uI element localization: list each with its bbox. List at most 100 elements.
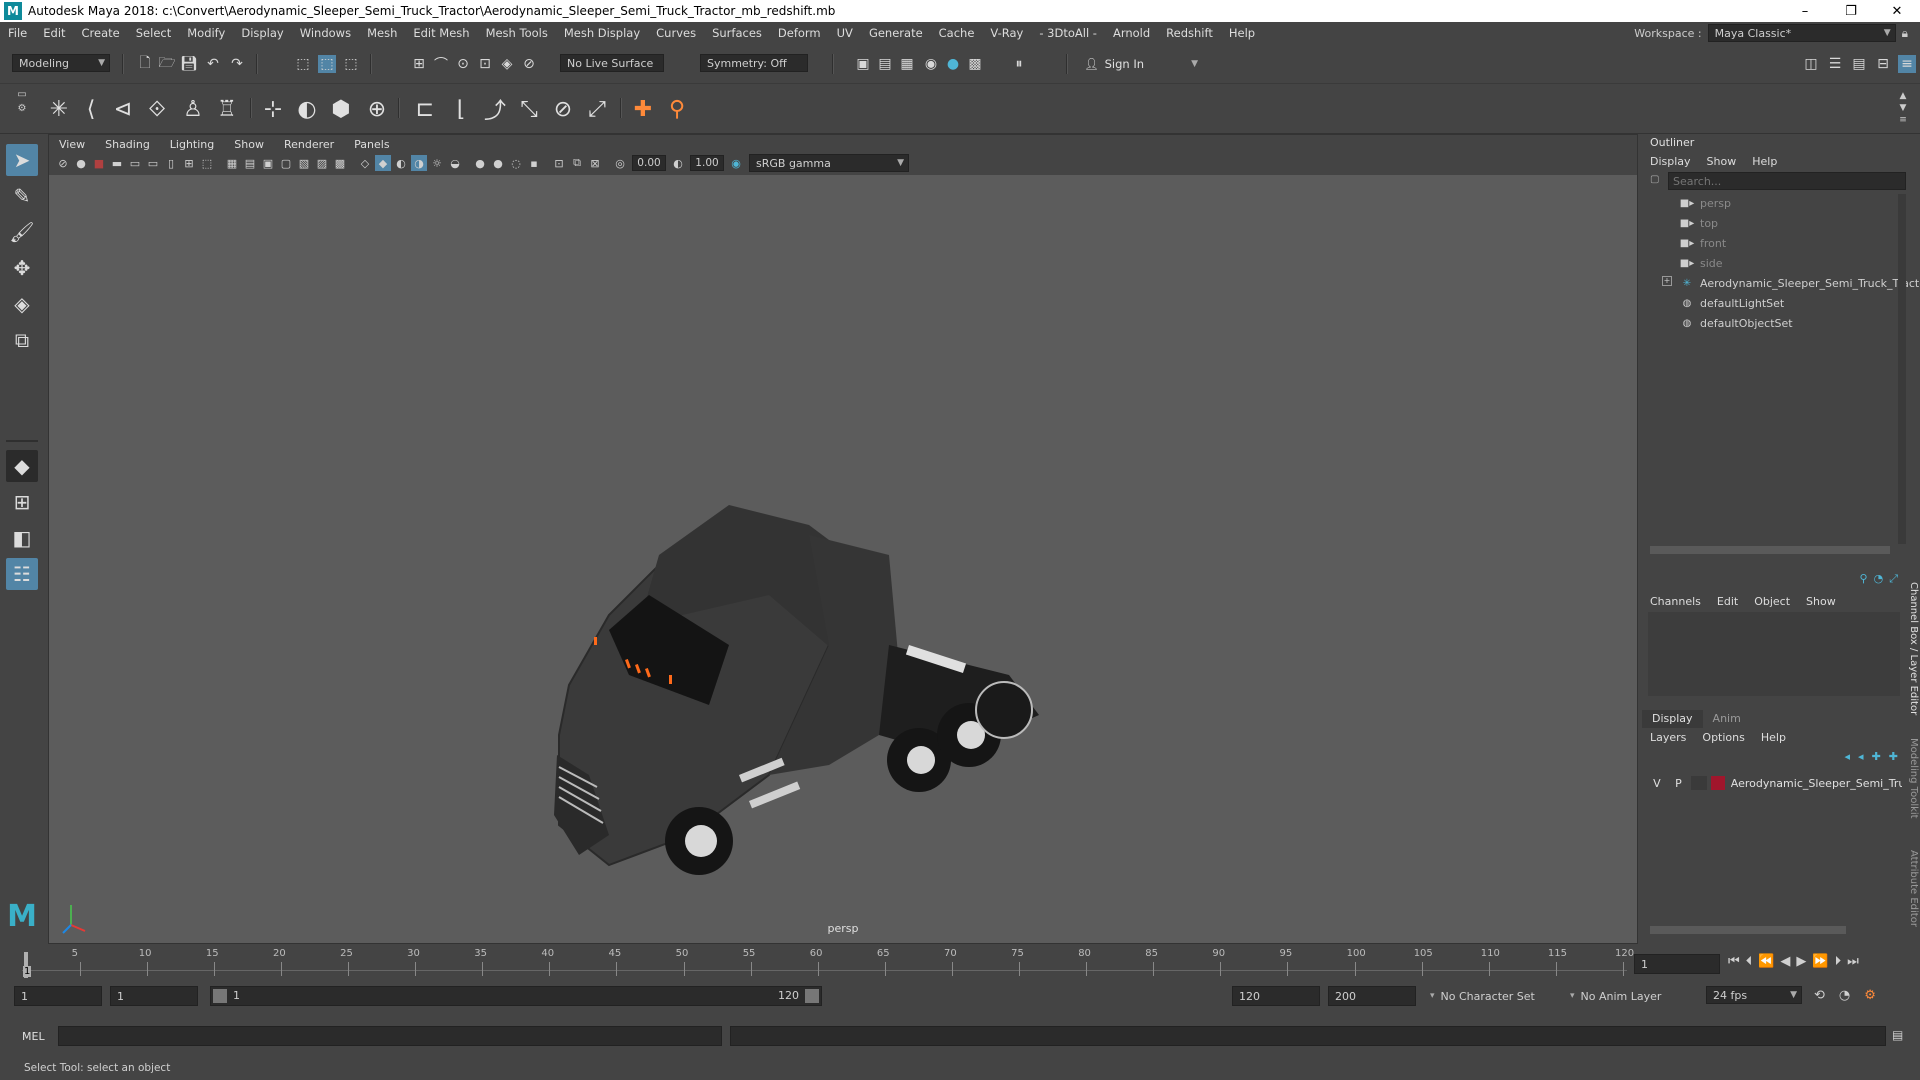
- time-slider-track[interactable]: 1 5 10 15 20 25 30 35 40 45 50 55 60 65 70 75 80 85 90 95 1…: [22, 948, 1634, 978]
- menu-vray[interactable]: V-Ray: [982, 26, 1031, 40]
- step-back-frame-icon[interactable]: ⏴: [1746, 954, 1753, 969]
- channel-box-help-icon[interactable]: ◔: [1874, 572, 1884, 586]
- command-input[interactable]: [58, 1026, 722, 1046]
- two-view-layout-icon[interactable]: ◧: [6, 522, 38, 554]
- texture-mode-icon[interactable]: ◑: [411, 155, 427, 171]
- outliner-item-top[interactable]: ■▸ top: [1680, 214, 1718, 232]
- side-tab-modeling-toolkit[interactable]: Modeling Toolkit: [1908, 738, 1919, 819]
- range-bar-handle-left[interactable]: [213, 989, 227, 1003]
- orient-constraint-icon[interactable]: ⤴: [480, 94, 510, 124]
- vp-menu-shading[interactable]: Shading: [95, 138, 160, 151]
- menu-surfaces[interactable]: Surfaces: [704, 26, 770, 40]
- open-scene-icon[interactable]: 🗁: [158, 55, 176, 73]
- ik-handle-icon[interactable]: ⟨: [76, 94, 106, 124]
- pole-vector-icon[interactable]: ⤢: [582, 94, 612, 124]
- fps-dropdown[interactable]: 24 fps ▼: [1706, 986, 1802, 1004]
- lasso-tool-icon[interactable]: ✎: [6, 180, 38, 212]
- select-object-icon[interactable]: ⬚: [318, 55, 336, 73]
- layer-visibility-toggle[interactable]: V: [1648, 777, 1666, 790]
- select-camera-icon[interactable]: ⊘: [55, 155, 71, 171]
- menu-help[interactable]: Help: [1221, 26, 1263, 40]
- redo-icon[interactable]: ↷: [228, 55, 246, 73]
- shaded-wireframe-icon[interactable]: ◆: [375, 155, 391, 171]
- shadows-icon[interactable]: ◒: [447, 155, 463, 171]
- outliner-item-default-object-set[interactable]: ◍ defaultObjectSet: [1680, 314, 1793, 332]
- command-language-label[interactable]: MEL: [22, 1030, 45, 1043]
- move-layer-down-icon[interactable]: ◂: [1858, 750, 1864, 763]
- outliner-menu-help[interactable]: Help: [1744, 155, 1785, 168]
- shelf-scroll-icon[interactable]: ▲ ▼ ≡: [1896, 90, 1910, 126]
- select-tool-icon[interactable]: ➤: [6, 144, 38, 176]
- current-frame-field[interactable]: 1: [1634, 954, 1720, 974]
- layer-playback-toggle[interactable]: P: [1670, 777, 1688, 790]
- joint-icon[interactable]: ✳: [44, 94, 74, 124]
- mirror-joint-icon[interactable]: ⟐: [142, 94, 172, 124]
- film-gate-icon[interactable]: ▭: [127, 155, 143, 171]
- outliner-filter-icon[interactable]: ▢: [1650, 174, 1664, 188]
- anim-layer-dropdown[interactable]: ▾ No Anim Layer: [1570, 986, 1686, 1006]
- cluster-icon[interactable]: ⊕: [362, 94, 392, 124]
- channel-box-expand-icon[interactable]: ⤢: [1889, 572, 1898, 586]
- layer-row[interactable]: V P Aerodynamic_Sleeper_Semi_Tru: [1648, 774, 1902, 792]
- side-tab-channel-box[interactable]: Channel Box / Layer Editor: [1908, 582, 1919, 715]
- minimize-button[interactable]: –: [1782, 0, 1828, 22]
- menu-edit[interactable]: Edit: [35, 26, 73, 40]
- exposure-icon[interactable]: ◎: [612, 155, 628, 171]
- paint-select-tool-icon[interactable]: 🖌︎: [6, 216, 38, 248]
- menu-cache[interactable]: Cache: [931, 26, 983, 40]
- layer-menu-help[interactable]: Help: [1753, 731, 1794, 744]
- aim-constraint-icon[interactable]: ⊘: [548, 94, 578, 124]
- maximize-button[interactable]: ❐: [1828, 0, 1874, 22]
- grid-icon[interactable]: ▦: [224, 155, 240, 171]
- gate-mask-icon[interactable]: ▯: [163, 155, 179, 171]
- move-layer-up-icon[interactable]: ◂: [1845, 750, 1851, 763]
- symmetry-dropdown[interactable]: Symmetry: Off: [700, 54, 808, 72]
- animation-end-field[interactable]: 200: [1328, 986, 1416, 1006]
- snap-live-icon[interactable]: ⊘: [520, 55, 538, 73]
- layer-name[interactable]: Aerodynamic_Sleeper_Semi_Tru: [1731, 777, 1902, 790]
- color-management-icon[interactable]: ◉: [728, 155, 744, 171]
- channel-menu-channels[interactable]: Channels: [1642, 595, 1709, 608]
- depth-of-field-icon[interactable]: ▪: [526, 155, 542, 171]
- outliner-item-front[interactable]: ■▸ front: [1680, 234, 1726, 252]
- layer-display-type[interactable]: [1691, 776, 1707, 790]
- workspace-dropdown[interactable]: Maya Classic* ▼: [1707, 24, 1896, 42]
- xray-icon[interactable]: ◇: [357, 155, 373, 171]
- point-constraint-icon[interactable]: ⌊: [446, 94, 476, 124]
- menu-redshift[interactable]: Redshift: [1158, 26, 1221, 40]
- vp-menu-lighting[interactable]: Lighting: [160, 138, 224, 151]
- single-perspective-layout-icon[interactable]: ◆: [6, 450, 38, 482]
- outliner-menu-show[interactable]: Show: [1699, 155, 1745, 168]
- move-tool-icon[interactable]: ✥: [6, 252, 38, 284]
- menu-create[interactable]: Create: [74, 26, 128, 40]
- play-forwards-icon[interactable]: ▶: [1796, 954, 1806, 969]
- four-view-layout-icon[interactable]: ⊞: [6, 486, 38, 518]
- gamma-icon[interactable]: ◐: [670, 155, 686, 171]
- layer-tab-anim[interactable]: Anim: [1703, 710, 1751, 728]
- menu-3dtoall[interactable]: - 3DtoAll -: [1031, 26, 1105, 40]
- outliner-item-default-light-set[interactable]: ◍ defaultLightSet: [1680, 294, 1785, 312]
- outliner-menu-display[interactable]: Display: [1642, 155, 1699, 168]
- camera-toggle-icon[interactable]: ⊠: [587, 155, 603, 171]
- step-forward-key-icon[interactable]: ⏩: [1812, 954, 1828, 969]
- playback-end-field[interactable]: 120: [1232, 986, 1320, 1006]
- live-surface-field[interactable]: No Live Surface: [560, 54, 664, 72]
- rotate-tool-icon[interactable]: ◈: [6, 288, 38, 320]
- isolate-select-icon[interactable]: ▩: [332, 155, 348, 171]
- character-set-dropdown[interactable]: ▾ No Character Set: [1430, 986, 1586, 1006]
- modeling-toolkit-toggle-icon[interactable]: ◫: [1802, 55, 1820, 73]
- colorspace-dropdown[interactable]: sRGB gamma ▼: [749, 154, 909, 172]
- outliner-item-truck-group[interactable]: ✳ Aerodynamic_Sleeper_Semi_Truck_Tracto: [1680, 274, 1920, 292]
- sign-in-button[interactable]: 👤︎ Sign In ▼: [1084, 54, 1198, 74]
- channel-menu-object[interactable]: Object: [1746, 595, 1798, 608]
- scale-tool-icon[interactable]: ⧉: [6, 324, 38, 356]
- ambient-occlusion-icon[interactable]: ●: [472, 155, 488, 171]
- truck-model[interactable]: [49, 175, 1637, 943]
- hud-icon[interactable]: ⊡: [551, 155, 567, 171]
- outliner-horizontal-scrollbar[interactable]: [1650, 546, 1890, 554]
- layer-horizontal-scrollbar[interactable]: [1650, 926, 1846, 934]
- attribute-editor-toggle-icon[interactable]: ☰: [1826, 55, 1844, 73]
- menu-set-dropdown[interactable]: Modeling ▼: [12, 54, 110, 72]
- go-to-end-icon[interactable]: ⏭: [1847, 954, 1859, 969]
- vp-menu-view[interactable]: View: [49, 138, 95, 151]
